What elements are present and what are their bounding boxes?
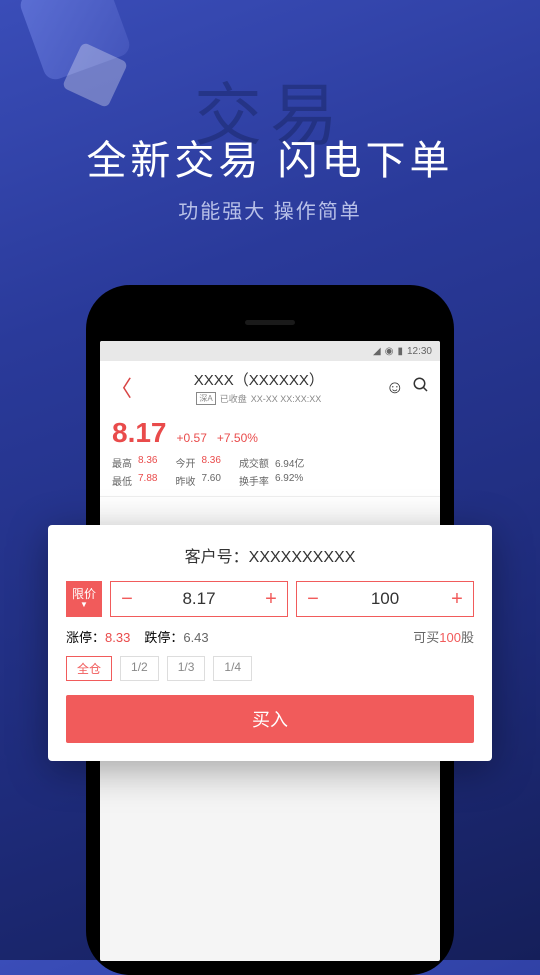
stock-header: 〈 XXXX（XXXXXX） 深A 已收盘 XX-XX XX:XX:XX ☺ (100, 361, 440, 413)
limit-up-label: 涨停： (66, 630, 105, 645)
pos-quarter-button[interactable]: 1/4 (213, 656, 252, 681)
search-icon[interactable] (412, 376, 430, 399)
limit-dn-val: 6.43 (183, 630, 208, 645)
signal-icon: ◢ (373, 346, 381, 357)
amt-label: 成交额 (239, 455, 269, 470)
buy-button[interactable]: 买入 (66, 695, 474, 743)
limit-dn-label: 跌停： (144, 630, 183, 645)
qty-input[interactable]: 100 (329, 589, 441, 609)
prev-label: 昨收 (175, 473, 195, 488)
cust-value: XXXXXXXXXX (249, 549, 356, 566)
prev-val: 7.60 (201, 473, 220, 488)
pos-full-button[interactable]: 全仓 (66, 656, 112, 681)
status-bar: ◢ ◉ ▮ 12:30 (100, 341, 440, 361)
high-val: 8.36 (138, 455, 157, 470)
price-block: 8.17 +0.57 +7.50% 最高 8.36 最低 7.88 今开 8.36 昨… (100, 413, 440, 497)
pos-half-button[interactable]: 1/2 (120, 656, 159, 681)
pos-third-button[interactable]: 1/3 (167, 656, 206, 681)
alarm-icon[interactable]: ☺ (386, 377, 404, 398)
turn-val: 6.92% (275, 473, 303, 488)
low-label: 最低 (112, 473, 132, 488)
available-qty: 可买100股 (413, 627, 474, 646)
price-type-badge[interactable]: 限价 ▼ (66, 581, 102, 617)
market-status: 已收盘 (220, 392, 247, 405)
qty-stepper: − 100 + (296, 581, 474, 617)
hero-subtitle: 功能强大 操作简单 (0, 195, 540, 224)
price-input[interactable]: 8.17 (143, 589, 255, 609)
qty-plus-button[interactable]: + (441, 588, 473, 611)
price-pct: +7.50% (217, 431, 258, 445)
market-date: XX-XX XX:XX:XX (251, 394, 322, 404)
cust-label: 客户号： (185, 549, 249, 566)
amt-val: 6.94亿 (275, 455, 304, 470)
price-stepper: − 8.17 + (110, 581, 288, 617)
last-price: 8.17 (112, 417, 167, 449)
limit-up-val: 8.33 (105, 630, 130, 645)
open-val: 8.36 (201, 455, 220, 470)
stock-title-wrap: XXXX（XXXXXX） 深A 已收盘 XX-XX XX:XX:XX (140, 369, 378, 405)
back-icon[interactable]: 〈 (110, 371, 132, 403)
order-card: 客户号：XXXXXXXXXX 限价 ▼ − 8.17 + − 100 + 涨停：… (48, 525, 492, 761)
phone-notch (100, 303, 440, 341)
stock-name: XXXX（XXXXXX） (140, 369, 378, 390)
battery-icon: ▮ (397, 346, 403, 357)
caret-down-icon: ▼ (80, 601, 88, 610)
hero-title: 全新交易 闪电下单 (0, 128, 540, 186)
price-minus-button[interactable]: − (111, 588, 143, 611)
open-label: 今开 (175, 455, 195, 470)
turn-label: 换手率 (239, 473, 269, 488)
customer-row: 客户号：XXXXXXXXXX (66, 543, 474, 567)
low-val: 7.88 (138, 473, 157, 488)
market-badge: 深A (196, 392, 215, 405)
position-row: 全仓 1/2 1/3 1/4 (66, 656, 474, 681)
price-plus-button[interactable]: + (255, 588, 287, 611)
qty-minus-button[interactable]: − (297, 588, 329, 611)
price-change: +0.57 (177, 431, 207, 445)
high-label: 最高 (112, 455, 132, 470)
wifi-icon: ◉ (385, 346, 394, 357)
status-time: 12:30 (407, 346, 432, 357)
